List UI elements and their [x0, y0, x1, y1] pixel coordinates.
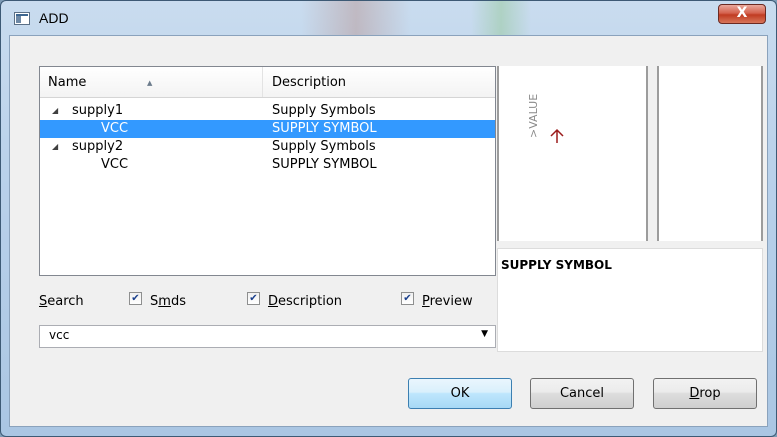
- expand-triangle-icon[interactable]: ◢: [52, 138, 58, 156]
- drop-button[interactable]: Drop: [653, 378, 757, 409]
- tree-row-name: supply1: [72, 103, 124, 118]
- tree-row-description: Supply Symbols: [272, 139, 376, 154]
- tree-row-vcc[interactable]: VCC SUPPLY SYMBOL: [40, 156, 495, 174]
- search-combobox[interactable]: vcc ▼: [39, 325, 496, 348]
- tree-row-name: VCC: [101, 121, 129, 136]
- symbol-preview: >VALUE: [497, 66, 648, 241]
- window-title: ADD: [39, 10, 69, 26]
- dropdown-arrow-icon[interactable]: ▼: [481, 329, 488, 339]
- description-label[interactable]: Description: [268, 293, 342, 311]
- background-ghost: [471, 1, 531, 35]
- sort-ascending-icon: ▲: [147, 79, 153, 87]
- preview-label[interactable]: Preview: [422, 293, 473, 311]
- background-ghost: [301, 1, 411, 35]
- tree-row-description: SUPPLY SYMBOL: [272, 157, 377, 172]
- tree-row-supply2[interactable]: ◢ supply2 Supply Symbols: [40, 138, 495, 156]
- add-dialog: ADD X Name ▲ Description ◢ supply1 Suppl…: [0, 0, 777, 437]
- search-input-value: vcc: [49, 328, 70, 342]
- smds-checkbox[interactable]: ✔: [129, 292, 142, 305]
- tree-row-vcc-selected[interactable]: VCC SUPPLY SYMBOL: [40, 120, 495, 138]
- column-header-name[interactable]: Name ▲: [40, 67, 263, 97]
- tree-row-description: SUPPLY SYMBOL: [272, 121, 377, 136]
- search-label: Search: [39, 294, 84, 309]
- tree-header: Name ▲ Description: [40, 67, 495, 98]
- package-preview: [657, 66, 763, 241]
- cancel-button-label: Cancel: [559, 386, 605, 401]
- description-panel: SUPPLY SYMBOL: [497, 248, 763, 352]
- app-icon: [14, 12, 30, 25]
- title-bar[interactable]: ADD X: [1, 1, 776, 35]
- tree-row-name: VCC: [101, 157, 129, 172]
- smds-label[interactable]: Smds: [150, 293, 186, 311]
- ok-button-label: OK: [450, 386, 470, 401]
- supply-arrow-icon: [550, 128, 564, 143]
- expand-triangle-icon[interactable]: ◢: [52, 102, 58, 120]
- close-button[interactable]: X: [718, 4, 766, 24]
- cancel-button[interactable]: Cancel: [530, 378, 634, 409]
- close-icon: X: [736, 5, 748, 21]
- preview-checkbox[interactable]: ✔: [401, 292, 414, 305]
- tree-row-name: supply2: [72, 139, 124, 154]
- symbol-value-label: >VALUE: [527, 93, 540, 138]
- tree-row-supply1[interactable]: ◢ supply1 Supply Symbols: [40, 102, 495, 120]
- description-text: SUPPLY SYMBOL: [501, 258, 612, 272]
- tree-row-description: Supply Symbols: [272, 103, 376, 118]
- package-tree[interactable]: Name ▲ Description ◢ supply1 Supply Symb…: [39, 66, 496, 276]
- column-header-label: Name: [48, 75, 87, 90]
- ok-button[interactable]: OK: [408, 378, 512, 409]
- description-checkbox[interactable]: ✔: [247, 292, 260, 305]
- column-header-description[interactable]: Description: [272, 67, 346, 97]
- dialog-client-area: Name ▲ Description ◢ supply1 Supply Symb…: [9, 35, 768, 427]
